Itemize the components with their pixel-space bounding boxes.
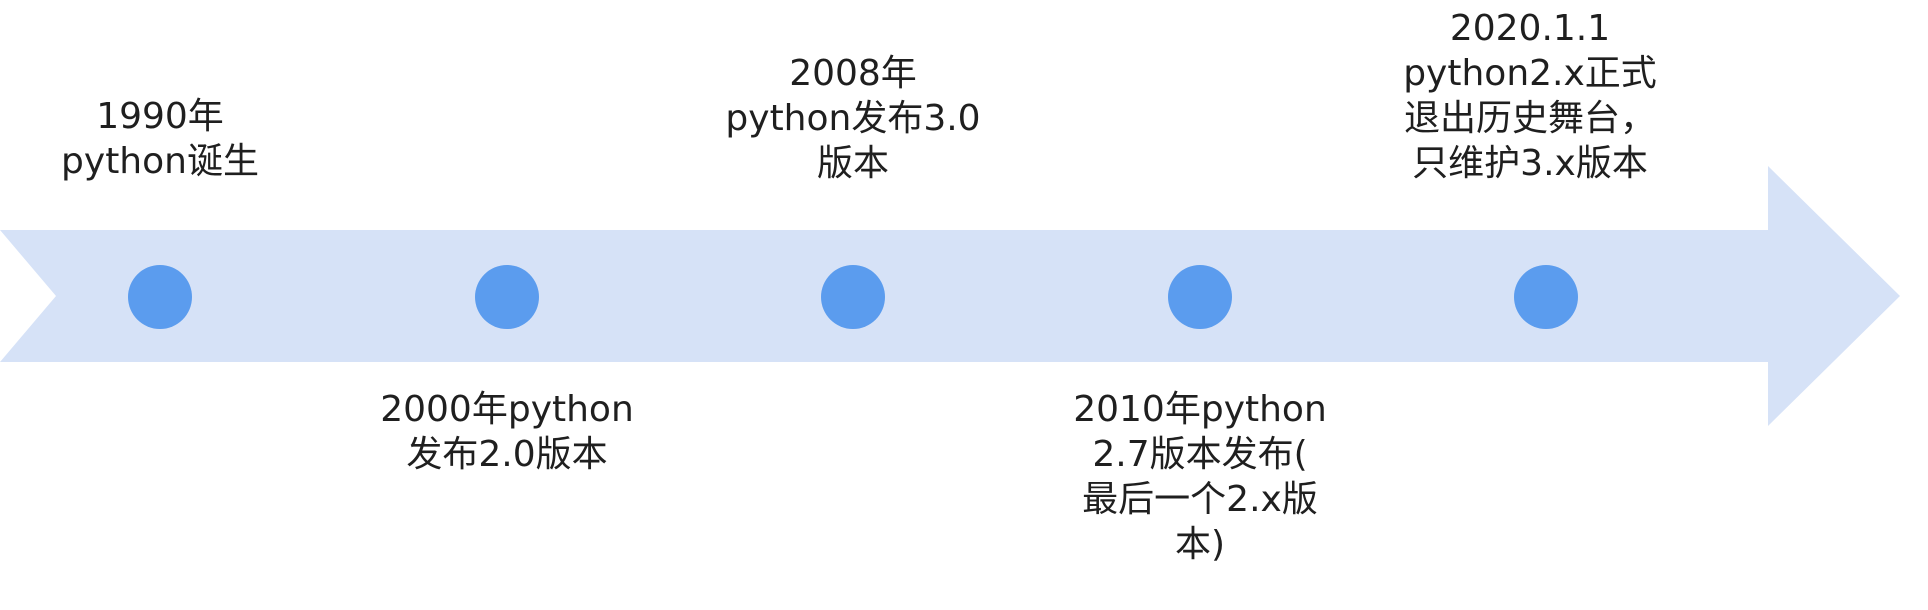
- timeline-dot-2008: [821, 265, 885, 329]
- event-label-line: 本): [1174, 524, 1226, 565]
- event-label-line: python2.x正式: [1403, 53, 1657, 94]
- timeline-dot-2000: [475, 265, 539, 329]
- event-label-line: 2000年python: [380, 389, 634, 430]
- event-label-line: 2008年: [789, 53, 917, 94]
- event-label-1990: 1990年 python诞生: [61, 94, 259, 184]
- event-label-2000: 2000年python 发布2.0版本: [380, 387, 634, 477]
- event-label-line: 只维护3.x版本: [1412, 143, 1648, 184]
- timeline-dot-1990: [128, 265, 192, 329]
- event-label-2020: 2020.1.1 python2.x正式 退出历史舞台， 只维护3.x版本: [1403, 6, 1657, 186]
- event-label-2010: 2010年python 2.7版本发布( 最后一个2.x版 本): [1073, 387, 1327, 567]
- event-label-line: 2.7版本发布(: [1092, 434, 1308, 475]
- event-label-2008: 2008年 python发布3.0 版本: [725, 51, 980, 186]
- timeline-dot-2020: [1514, 265, 1578, 329]
- event-label-line: 2020.1.1: [1449, 8, 1611, 49]
- event-label-line: python诞生: [61, 141, 259, 182]
- timeline-arrow: [0, 166, 1900, 426]
- event-label-line: 发布2.0版本: [406, 434, 608, 475]
- event-label-line: 最后一个2.x版: [1082, 479, 1318, 520]
- event-label-line: python发布3.0: [725, 98, 981, 139]
- timeline-dot-2010: [1168, 265, 1232, 329]
- event-label-line: 退出历史舞台，: [1403, 98, 1656, 139]
- event-label-line: 1990年: [96, 96, 224, 137]
- event-label-line: 版本: [816, 143, 889, 184]
- event-label-line: 2010年python: [1073, 389, 1327, 430]
